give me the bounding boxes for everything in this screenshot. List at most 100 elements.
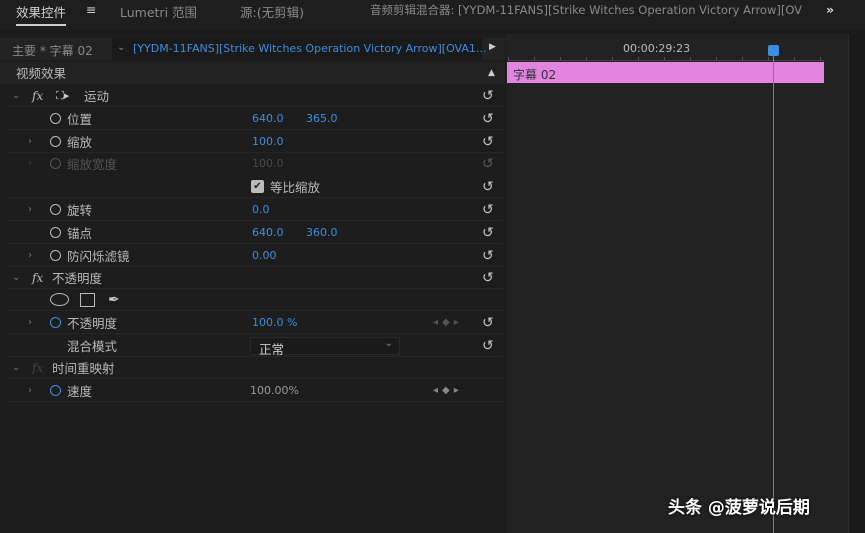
anchor-x[interactable]: 640.0 — [252, 226, 284, 239]
reset-icon[interactable]: ↺ — [482, 88, 494, 104]
effect-label: 时间重映射 — [52, 361, 115, 376]
clip-name[interactable]: [YYDM-11FANS][Strike Witches Operation V… — [133, 42, 486, 55]
reset-icon[interactable]: ↺ — [482, 111, 494, 127]
uniform-scale-checkbox[interactable]: ✔ — [251, 180, 264, 193]
checkbox-label: 等比缩放 — [270, 180, 321, 195]
fx-icon[interactable]: fx — [32, 271, 43, 285]
section-title: 视频效果 — [16, 66, 67, 81]
position-y[interactable]: 365.0 — [306, 112, 338, 125]
chevron-down-icon: ⌄ — [384, 337, 393, 349]
blend-mode-select[interactable]: 正常 ⌄ — [250, 336, 400, 357]
tab-lumetri-scopes[interactable]: Lumetri 范围 — [120, 2, 197, 21]
fx-icon: fx — [32, 360, 44, 375]
stopwatch-icon[interactable] — [50, 113, 61, 124]
chevron-right-icon: › — [28, 158, 32, 169]
anchor-y[interactable]: 360.0 — [306, 226, 338, 239]
param-label: 防闪烁滤镜 — [67, 249, 130, 264]
stopwatch-icon[interactable] — [50, 250, 61, 261]
timeline-clip-label: 字幕 02 — [513, 68, 557, 82]
blend-mode-value: 正常 — [259, 341, 285, 357]
stopwatch-icon[interactable] — [50, 385, 61, 396]
rectangle-mask-icon[interactable] — [80, 292, 95, 307]
panel-divider — [848, 34, 865, 533]
reset-icon[interactable]: ↺ — [482, 225, 494, 241]
param-label: 旋转 — [67, 203, 93, 218]
overflow-icon[interactable]: » — [826, 2, 834, 17]
tab-audio-clip-mixer[interactable]: 音频剪辑混合器: [YYDM-11FANS][Strike Witches Op… — [370, 2, 802, 18]
chevron-right-icon[interactable]: › — [28, 136, 32, 147]
scale-value[interactable]: 100.0 — [252, 135, 284, 148]
chevron-down-icon[interactable]: ⌄ — [12, 272, 20, 283]
param-scale-width: › 缩放宽度 100.0 ↺ — [8, 153, 503, 175]
anti-flicker-value[interactable]: 0.00 — [252, 249, 277, 262]
effect-time-remap[interactable]: ⌄ fx 时间重映射 — [8, 357, 503, 379]
chevron-down-icon[interactable]: ⌄ — [117, 42, 125, 53]
chevron-down-icon[interactable]: ⌄ — [12, 362, 20, 373]
reset-icon[interactable]: ↺ — [482, 315, 494, 331]
param-label: 锚点 — [67, 226, 93, 241]
mask-tools: ✒ — [8, 289, 503, 311]
position-x[interactable]: 640.0 — [252, 112, 284, 125]
pen-mask-icon[interactable]: ✒ — [108, 292, 120, 308]
reset-icon[interactable]: ↺ — [482, 179, 494, 195]
reset-icon[interactable]: ↺ — [482, 202, 494, 218]
scroll-up-icon[interactable]: ▲ — [488, 68, 495, 78]
stopwatch-icon[interactable] — [50, 204, 61, 215]
param-scale: › 缩放 100.0 ↺ — [8, 131, 503, 153]
stopwatch-icon — [50, 158, 61, 169]
tab-effect-controls[interactable]: 效果控件 — [16, 2, 67, 26]
param-label: 位置 — [67, 112, 93, 127]
reset-icon[interactable]: ↺ — [482, 248, 494, 264]
param-uniform-scale: ✔ 等比缩放 ↺ — [8, 176, 503, 198]
param-anchor: 锚点 640.0 360.0 ↺ — [8, 222, 503, 244]
playhead-handle[interactable] — [768, 45, 779, 56]
effect-opacity[interactable]: ⌄ fx 不透明度 ↺ — [8, 267, 503, 289]
param-opacity: › 不透明度 100.0 % ◂◆▸ ↺ — [8, 312, 503, 334]
param-speed: › 速度 100.00% ◂◆▸ — [8, 380, 503, 402]
play-triangle-icon[interactable]: ▶ — [489, 42, 496, 52]
fx-icon[interactable]: fx — [32, 89, 43, 103]
chevron-right-icon[interactable]: › — [28, 250, 32, 261]
time-ruler[interactable] — [508, 57, 824, 61]
stopwatch-icon[interactable] — [50, 317, 61, 328]
stopwatch-icon[interactable] — [50, 136, 61, 147]
rotation-value[interactable]: 0.0 — [252, 203, 270, 216]
param-label: 缩放宽度 — [67, 157, 118, 172]
reset-icon[interactable]: ↺ — [482, 338, 494, 354]
chevron-right-icon[interactable]: › — [28, 317, 32, 328]
speed-value[interactable]: 100.00% — [250, 384, 299, 397]
reset-icon: ↺ — [482, 155, 494, 172]
param-label: 混合模式 — [67, 339, 118, 354]
effect-motion[interactable]: ⌄ fx ⛶▸ 运动 ↺ — [8, 85, 503, 107]
reset-icon[interactable]: ↺ — [482, 270, 494, 286]
section-video-effects: 视频效果 ▲ — [0, 62, 505, 84]
reset-icon[interactable]: ↺ — [482, 134, 494, 150]
effect-label: 运动 — [84, 89, 110, 104]
param-position: 位置 640.0 365.0 ↺ — [8, 108, 503, 130]
effect-label: 不透明度 — [52, 271, 103, 286]
param-label: 速度 — [67, 384, 93, 399]
param-blend-mode: 混合模式 正常 ⌄ ↺ — [8, 335, 503, 357]
stopwatch-icon[interactable] — [50, 227, 61, 238]
param-anti-flicker: › 防闪烁滤镜 0.00 ↺ — [8, 245, 503, 267]
tab-source[interactable]: 源:(无剪辑) — [240, 2, 304, 21]
keyframe-nav-icon[interactable]: ◂◆▸ — [433, 385, 463, 396]
opacity-value[interactable]: 100.0 % — [252, 316, 297, 329]
timecode: 00:00:29:23 — [623, 42, 691, 55]
source-label: 主要 * 字幕 02 — [12, 44, 93, 58]
playhead-line[interactable] — [773, 48, 774, 533]
timeline-area — [506, 34, 848, 533]
param-label: 缩放 — [67, 135, 93, 150]
chevron-right-icon[interactable]: › — [28, 204, 32, 215]
param-rotation: › 旋转 0.0 ↺ — [8, 199, 503, 221]
scale-width-value: 100.0 — [252, 157, 284, 170]
tab-menu-icon[interactable]: ≡ — [86, 2, 96, 17]
keyframe-nav-icon[interactable]: ◂◆▸ — [433, 317, 463, 328]
ellipse-mask-icon[interactable] — [50, 293, 69, 306]
chevron-right-icon[interactable]: › — [28, 385, 32, 396]
param-label: 不透明度 — [67, 316, 118, 331]
transform-icon: ⛶▸ — [56, 88, 70, 102]
chevron-down-icon[interactable]: ⌄ — [12, 90, 20, 101]
watermark: 头条 @菠萝说后期 — [668, 498, 810, 518]
panel-tab-bar: 效果控件 ≡ Lumetri 范围 源:(无剪辑) 音频剪辑混合器: [YYDM… — [0, 0, 865, 30]
